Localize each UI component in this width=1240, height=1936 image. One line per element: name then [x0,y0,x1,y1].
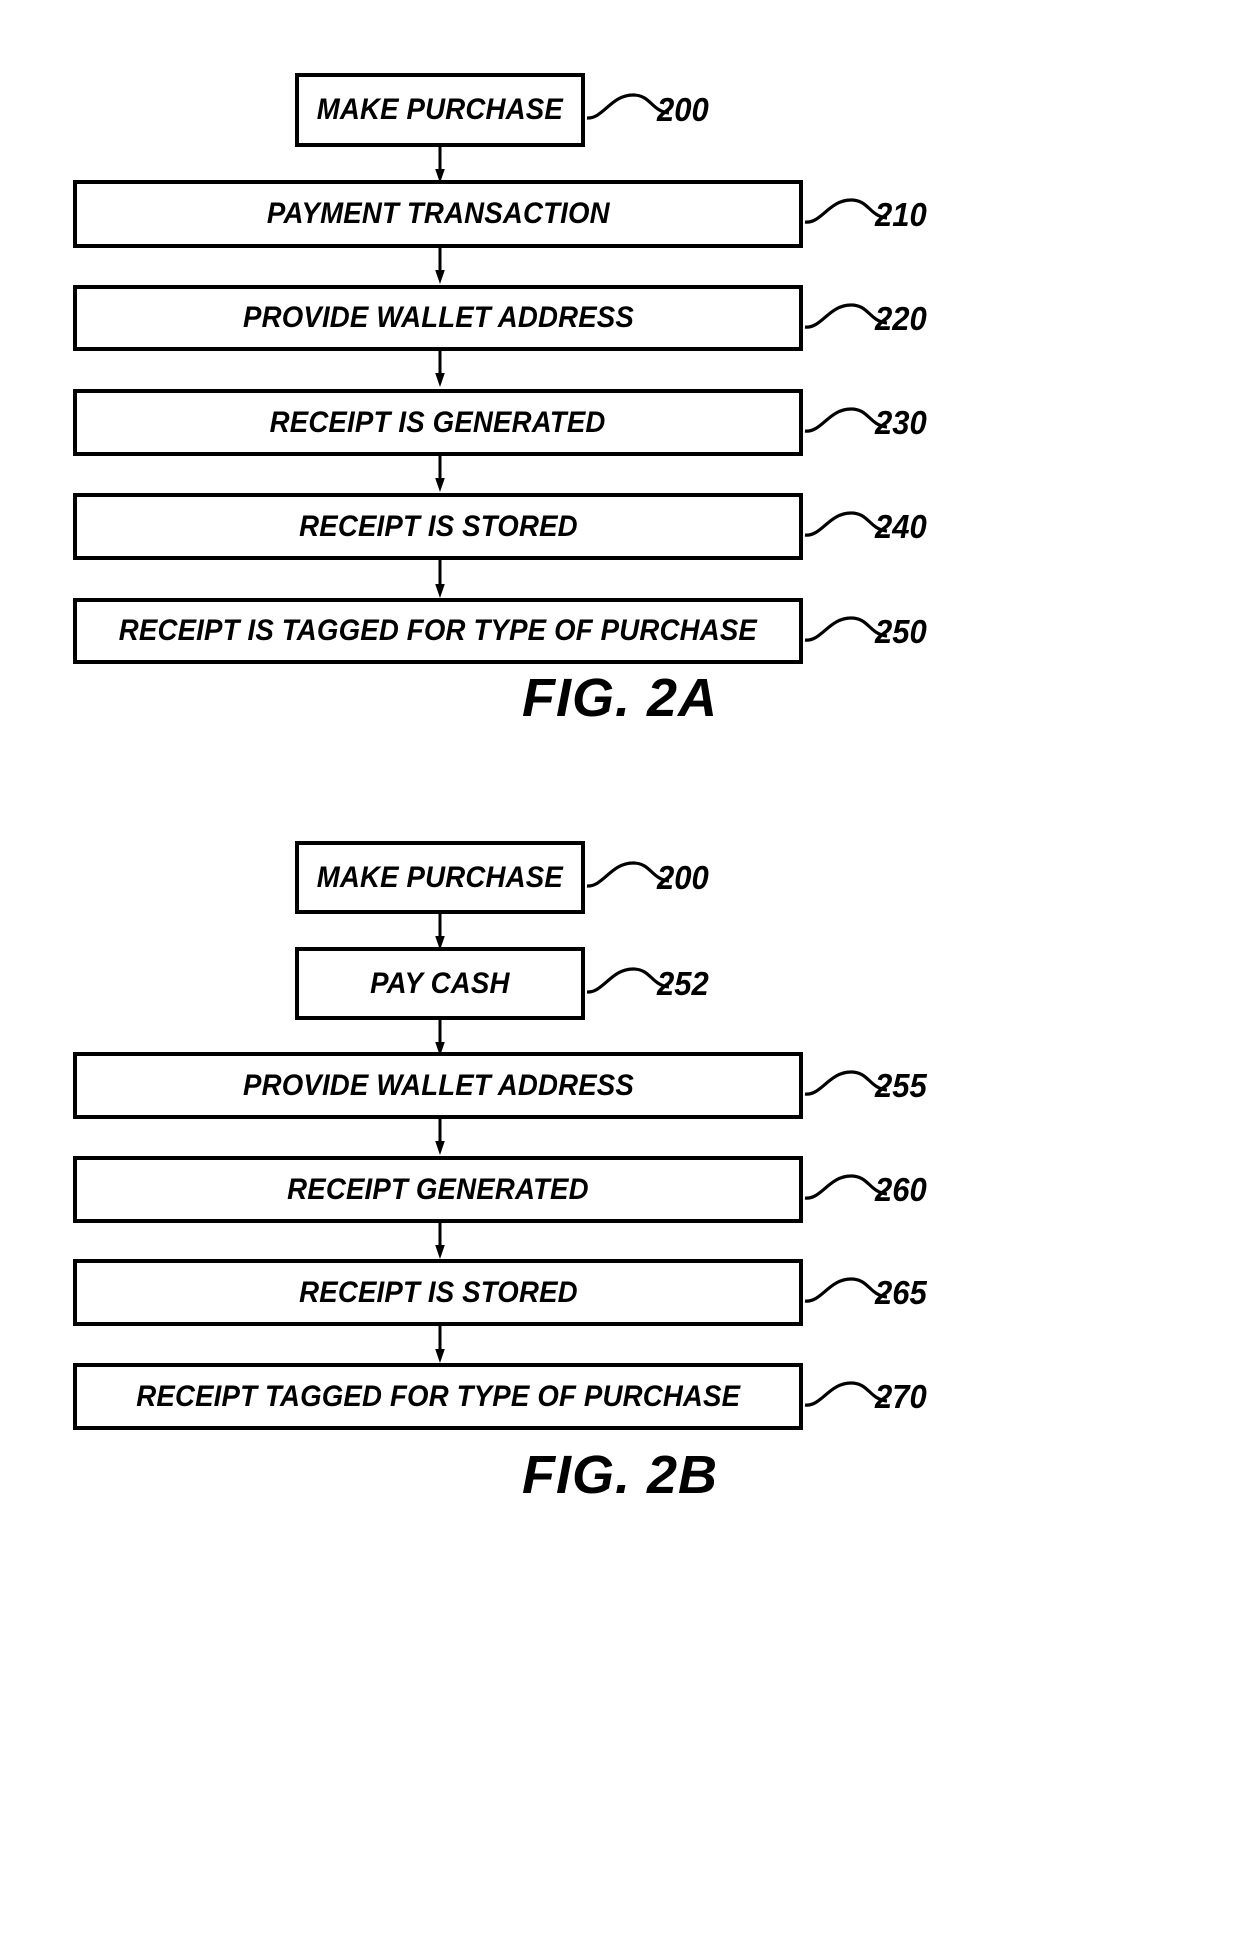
reference-numeral-265: 265 [875,1274,927,1311]
flow-node-252[interactable]: PAY CASH [295,947,585,1020]
reference-numeral-210: 210 [875,196,927,233]
flow-node-252-label: PAY CASH [370,966,510,1000]
flow-node-260[interactable]: RECEIPT GENERATED [73,1156,803,1223]
flow-node-220-label: PROVIDE WALLET ADDRESS [242,301,634,334]
connector-230-240 [435,456,445,492]
reference-numeral-252: 252 [657,965,709,1002]
flow-node-250[interactable]: RECEIPT IS TAGGED FOR TYPE OF PURCHASE [73,598,803,664]
connector-240-250 [435,560,445,598]
flow-node-200[interactable]: MAKE PURCHASE [295,73,585,147]
reference-numeral-260: 260 [875,1171,927,1208]
flow-node-220[interactable]: PROVIDE WALLET ADDRESS [73,285,803,351]
flow-node-255-label: PROVIDE WALLET ADDRESS [242,1068,634,1102]
figure-2b: MAKE PURCHASE 200 PAY CASH 252 PROVIDE W… [0,800,1240,1936]
flow-node-200b[interactable]: MAKE PURCHASE [295,841,585,914]
reference-numeral-250: 250 [875,613,927,650]
flow-node-230[interactable]: RECEIPT IS GENERATED [73,389,803,456]
flow-node-270[interactable]: RECEIPT TAGGED FOR TYPE OF PURCHASE [73,1363,803,1430]
connector-255-260 [435,1119,445,1155]
flow-node-210[interactable]: PAYMENT TRANSACTION [73,180,803,248]
reference-numeral-230: 230 [875,404,927,441]
figure-2a: MAKE PURCHASE 200 PAYMENT TRANSACTION 21… [0,0,1240,930]
connector-260-265 [435,1223,445,1259]
flow-node-230-label: RECEIPT IS GENERATED [270,405,606,439]
connector-200b-252 [435,914,445,950]
connector-210-220 [435,248,445,284]
flow-node-265-label: RECEIPT IS STORED [298,1275,578,1309]
flow-node-240-label: RECEIPT IS STORED [298,509,578,543]
flow-node-260-label: RECEIPT GENERATED [287,1172,589,1206]
connector-252-255 [435,1020,445,1056]
flow-node-210-label: PAYMENT TRANSACTION [266,197,610,230]
reference-numeral-270: 270 [875,1378,927,1415]
reference-numeral-220: 220 [875,300,927,337]
reference-numeral-255: 255 [875,1067,927,1104]
patent-drawing-sheet: MAKE PURCHASE 200 PAYMENT TRANSACTION 21… [0,0,1240,1936]
flow-node-265[interactable]: RECEIPT IS STORED [73,1259,803,1326]
flow-node-240[interactable]: RECEIPT IS STORED [73,493,803,560]
flow-node-255[interactable]: PROVIDE WALLET ADDRESS [73,1052,803,1119]
connector-220-230 [435,351,445,387]
figure-caption-2b: FIG. 2B [521,1445,719,1505]
flow-node-200b-label: MAKE PURCHASE [316,860,564,894]
flow-node-200-label: MAKE PURCHASE [316,93,564,126]
connector-200-210 [435,147,445,183]
reference-numeral-200: 200 [657,91,709,128]
reference-numeral-240: 240 [875,508,927,545]
flow-node-250-label: RECEIPT IS TAGGED FOR TYPE OF PURCHASE [118,614,758,647]
reference-numeral-200b: 200 [657,859,709,896]
flow-node-270-label: RECEIPT TAGGED FOR TYPE OF PURCHASE [136,1379,740,1413]
connector-265-270 [435,1326,445,1363]
figure-caption-2a: FIG. 2A [521,668,719,728]
